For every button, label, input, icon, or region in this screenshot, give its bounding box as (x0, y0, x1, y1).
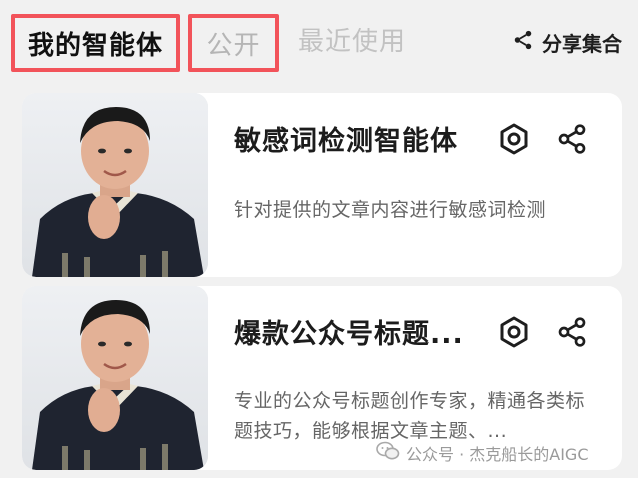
share-icon[interactable] (554, 314, 590, 350)
tab-my-agents[interactable]: 我的智能体 (11, 14, 180, 72)
tab-bar: 我的智能体 公开 最近使用 分享集合 (0, 0, 638, 84)
tab-public[interactable]: 公开 (188, 14, 279, 72)
tab-recently-used[interactable]: 最近使用 (298, 14, 418, 72)
share-icon[interactable] (554, 121, 590, 157)
agent-avatar (22, 93, 208, 277)
watermark-text: 公众号 · 杰克船长的AIGC (406, 445, 589, 464)
agent-title: 敏感词检测智能体 (234, 126, 458, 157)
wechat-icon (376, 441, 400, 465)
watermark: 公众号 · 杰克船长的AIGC (376, 440, 589, 466)
agent-description: 针对提供的文章内容进行敏感词检测 (234, 199, 547, 221)
share-icon (512, 29, 534, 55)
agent-description: 专业的公众号标题创作专家，精通各类标题技巧，能够根据文章主题、... (234, 390, 586, 442)
agent-title: 爆款公众号标题... (234, 319, 464, 350)
agent-avatar (22, 286, 208, 470)
share-collection-label: 分享集合 (542, 31, 622, 56)
settings-hexagon-icon[interactable] (496, 121, 532, 157)
share-collection-button[interactable]: 分享集合 (512, 24, 622, 60)
agent-card[interactable]: 敏感词检测智能体 针对提供的文章内容进行敏感词检测 (22, 93, 622, 277)
settings-hexagon-icon[interactable] (496, 314, 532, 350)
